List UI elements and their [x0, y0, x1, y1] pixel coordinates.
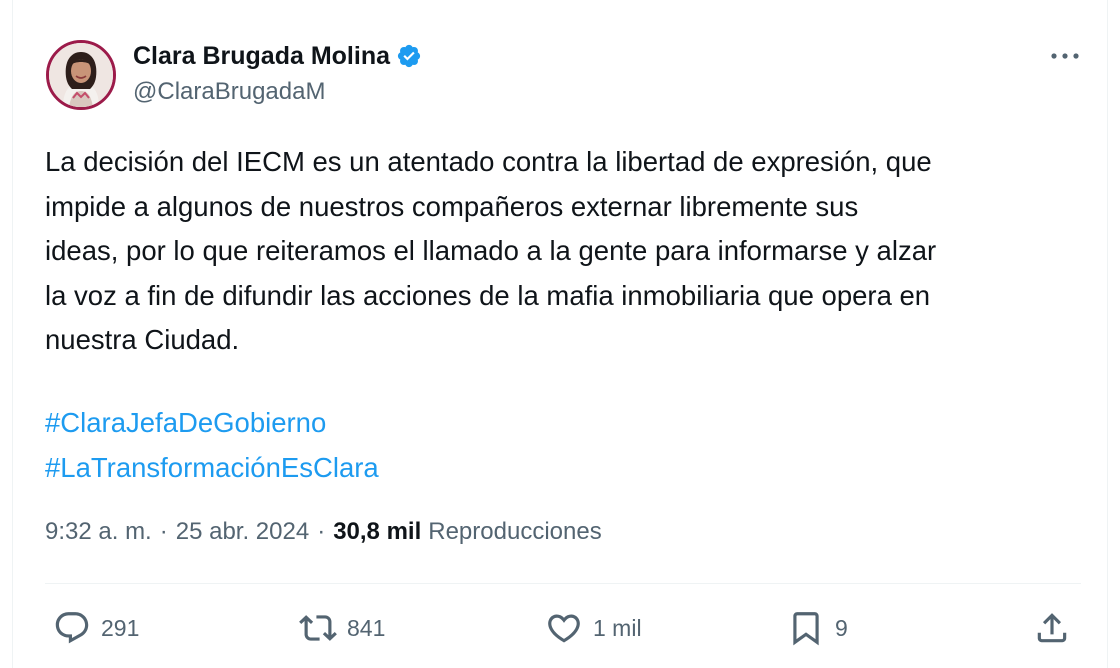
- share-button[interactable]: [1033, 606, 1071, 650]
- tweet-text: La decisión del IECM es un atentado cont…: [45, 140, 1085, 363]
- bookmark-count: 9: [835, 614, 848, 641]
- verified-badge-icon: [397, 44, 421, 68]
- meta-separator: ·: [159, 518, 168, 545]
- reply-count: 291: [101, 614, 140, 641]
- author-name-row: Clara Brugada Molina: [133, 40, 422, 72]
- hashtag-link[interactable]: #LaTransformaciónEsClara: [45, 445, 379, 490]
- repost-button[interactable]: 841: [299, 606, 385, 650]
- tweet-text-line: la voz a fin de difundir las acciones de…: [45, 279, 931, 311]
- avatar-portrait-icon: [49, 43, 113, 107]
- divider: [45, 583, 1081, 584]
- share-upload-icon: [1037, 613, 1067, 643]
- more-horizontal-icon: [1051, 53, 1079, 59]
- hashtag-link[interactable]: #ClaraJefaDeGobierno: [45, 400, 379, 445]
- tweet-text-line: nuestra Ciudad.: [45, 324, 240, 355]
- tweet-text-line: impide a algunos de nuestros compañeros …: [45, 190, 859, 222]
- hashtag-list: #ClaraJefaDeGobierno #LaTransformaciónEs…: [45, 400, 379, 490]
- bookmark-icon: [793, 612, 819, 646]
- repost-count: 841: [347, 614, 386, 641]
- tweet-date[interactable]: 25 abr. 2024: [176, 518, 309, 546]
- views-count: 30,8 mil: [333, 518, 422, 545]
- author-handle[interactable]: @ClaraBrugadaM: [133, 78, 325, 106]
- heart-icon: [548, 614, 580, 643]
- repost-arrows-icon: [299, 615, 337, 641]
- avatar[interactable]: [46, 40, 116, 110]
- more-options-button[interactable]: [1047, 42, 1083, 70]
- tweet-card: Clara Brugada Molina @ClaraBrugadaM La d…: [12, 0, 1108, 668]
- reply-button[interactable]: 291: [53, 606, 139, 650]
- tweet-text-line: ideas, por lo que reiteramos el llamado …: [45, 235, 937, 266]
- tweet-meta: 9:32 a. m. · 25 abr. 2024 · 30,8 mil Rep…: [45, 518, 602, 546]
- tweet-text-line: La decisión del IECM es un atentado cont…: [45, 146, 932, 177]
- like-count: 1 mil: [593, 614, 642, 641]
- bookmark-button[interactable]: 9: [787, 606, 848, 650]
- like-button[interactable]: 1 mil: [545, 606, 642, 650]
- reply-bubble-icon: [55, 612, 89, 644]
- tweet-time[interactable]: 9:32 a. m.: [45, 518, 152, 546]
- author-name[interactable]: Clara Brugada Molina: [133, 42, 390, 71]
- views-label: Reproducciones: [428, 518, 602, 545]
- meta-separator: ·: [317, 518, 326, 545]
